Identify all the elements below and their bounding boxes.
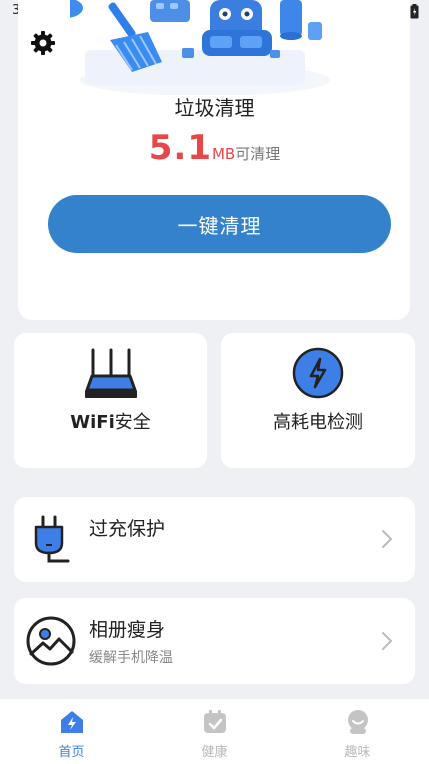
gear-icon [31, 31, 55, 55]
album-slimming-title: 相册瘦身 [89, 619, 166, 641]
calendar-check-icon [201, 708, 229, 740]
lightning-icon [291, 346, 345, 404]
nav-tab-health[interactable]: 健康 [143, 699, 286, 764]
nav-label-home: 首页 [58, 745, 85, 760]
settings-button[interactable] [30, 30, 56, 56]
wifi-security-label: WiFi安全 [70, 412, 151, 433]
home-icon [58, 708, 86, 740]
cleanable-amount-unit: MB [211, 145, 236, 163]
wifi-security-tile[interactable]: WiFi安全 [14, 333, 207, 468]
plug-icon [26, 515, 72, 571]
nav-tab-fun[interactable]: 趣味 [286, 699, 429, 764]
cleanable-amount-value: 5.1 [148, 128, 212, 168]
nav-label-fun: 趣味 [344, 745, 371, 760]
nav-tab-home[interactable]: 首页 [0, 699, 143, 764]
album-slimming-row[interactable]: 相册瘦身 缓解手机降温 [14, 598, 415, 684]
photo-icon [26, 616, 76, 670]
bottom-navigation: 首页 健康 趣味 [0, 699, 429, 764]
chevron-right-icon [381, 631, 393, 655]
power-usage-label: 高耗电检测 [273, 412, 363, 433]
overcharge-protection-row[interactable]: 过充保护 [14, 497, 415, 582]
one-click-clean-button[interactable]: 一键清理 [48, 195, 391, 253]
power-usage-tile[interactable]: 高耗电检测 [221, 333, 415, 468]
cleaning-illustration [70, 0, 340, 95]
smiley-icon [344, 708, 372, 740]
junk-clean-title: 垃圾清理 [174, 96, 255, 120]
cleanable-amount: 5.1MB可清理 [0, 128, 429, 168]
router-icon [84, 346, 138, 404]
overcharge-protection-title: 过充保护 [89, 518, 166, 540]
nav-label-health: 健康 [201, 745, 228, 760]
cleanable-amount-suffix: 可清理 [235, 145, 281, 163]
album-slimming-subtitle: 缓解手机降温 [89, 650, 173, 666]
battery-icon [410, 4, 419, 19]
chevron-right-icon [381, 529, 393, 553]
